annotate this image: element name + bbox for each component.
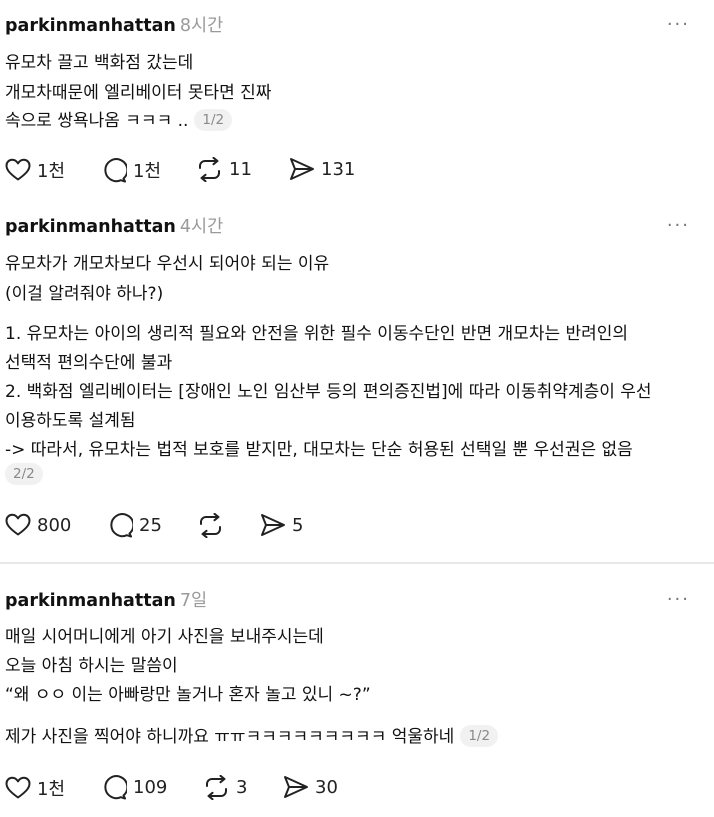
post-time: 4시간 <box>179 217 224 237</box>
heart-icon <box>5 513 31 536</box>
post-time: 8시간 <box>179 16 224 36</box>
more-horizontal-icon[interactable]: ··· <box>667 591 690 609</box>
page-indicator: 2/2 <box>5 463 43 485</box>
post-text-line: (이걸 알려줘야 하나?) <box>5 284 164 304</box>
post-header: parkinmanhattan 7일 <box>5 587 207 612</box>
repost-button[interactable]: 3 <box>203 775 247 800</box>
comment-bubble-icon <box>104 775 127 800</box>
post-text-line: 선택적 편의수단에 불과 <box>5 353 173 373</box>
like-button[interactable]: 1천 <box>5 775 65 801</box>
share-button[interactable]: 131 <box>289 157 355 181</box>
heart-icon <box>5 158 31 181</box>
post-divider <box>0 562 714 564</box>
post-text-line: 제가 사진을 찍어야 하니까요 ㅠㅠㅋㅋㅋㅋㅋㅋㅋㅋㅋ 억울하네 1/2 <box>5 722 499 747</box>
send-icon <box>284 776 308 798</box>
post-header: parkinmanhattan 8시간 <box>5 12 223 37</box>
comment-button[interactable]: 109 <box>101 775 167 800</box>
post-text-line: 유모차 끌고 백화점 갔는데 <box>5 53 194 73</box>
repost-button[interactable] <box>197 513 230 538</box>
send-icon <box>261 514 285 536</box>
repost-icon <box>206 775 227 800</box>
post-text: 속으로 쌍욕나옴 ㅋㅋㅋ .. <box>5 111 189 131</box>
comment-button[interactable]: 1천 <box>101 157 161 183</box>
post-text-line: 2/2 <box>5 463 43 485</box>
username[interactable]: parkinmanhattan <box>5 16 176 36</box>
post-time: 7일 <box>179 591 208 611</box>
comment-count: 25 <box>139 515 162 536</box>
send-icon <box>290 158 314 180</box>
like-count: 1천 <box>37 779 66 800</box>
like-button[interactable]: 800 <box>5 513 71 537</box>
post-text-line: 1. 유모차는 아이의 생리적 필요와 안전을 위한 필수 이동수단인 반면 개… <box>5 324 629 344</box>
more-horizontal-icon[interactable]: ··· <box>667 16 690 34</box>
share-count: 131 <box>321 158 356 180</box>
username[interactable]: parkinmanhattan <box>5 591 176 611</box>
post-text-line: 2. 백화점 엘리베이터는 [장애인 노인 임산부 등의 편의증진법]에 따라 … <box>5 382 652 402</box>
repost-button[interactable]: 11 <box>196 157 252 182</box>
share-button[interactable]: 5 <box>260 513 303 537</box>
post-text-line: -> 따라서, 유모차는 법적 보호를 받지만, 대모차는 단순 허용된 선택일… <box>5 440 633 460</box>
post-text-line: 개모차때문에 엘리베이터 못타면 진짜 <box>5 83 272 103</box>
comment-bubble-icon <box>104 157 127 182</box>
comment-button[interactable]: 25 <box>107 513 162 538</box>
post-text: 제가 사진을 찍어야 하니까요 ㅠㅠㅋㅋㅋㅋㅋㅋㅋㅋㅋ 억울하네 <box>5 727 455 747</box>
like-count: 1천 <box>37 161 66 182</box>
comment-bubble-icon <box>110 513 133 538</box>
post-text-line: 유모차가 개모차보다 우선시 되어야 되는 이유 <box>5 254 330 274</box>
page-indicator: 1/2 <box>194 109 233 131</box>
heart-icon <box>5 776 31 799</box>
repost-count: 11 <box>229 159 252 180</box>
share-button[interactable]: 30 <box>283 775 338 799</box>
repost-icon <box>199 157 220 182</box>
more-horizontal-icon[interactable]: ··· <box>667 217 690 235</box>
repost-icon <box>200 513 221 538</box>
post-text-line: 매일 시어머니에게 아기 사진을 보내주시는데 <box>5 627 324 647</box>
post-header: parkinmanhattan 4시간 <box>5 213 223 238</box>
page-indicator: 1/2 <box>460 725 499 747</box>
repost-count: 3 <box>236 777 248 798</box>
post-text-line: 오늘 아침 하시는 말씀이 <box>5 656 178 676</box>
post-text-line: 속으로 쌍욕나옴 ㅋㅋㅋ .. 1/2 <box>5 106 233 131</box>
post-text-line: 이용하도록 설계됨 <box>5 411 136 431</box>
like-button[interactable]: 1천 <box>5 157 65 183</box>
share-count: 30 <box>315 776 338 798</box>
comment-count: 1천 <box>133 161 162 182</box>
username[interactable]: parkinmanhattan <box>5 217 176 237</box>
post-text-line: “왜 ㅇㅇ 이는 아빠랑만 놀거나 혼자 놀고 있니 ~?” <box>5 685 371 705</box>
comment-count: 109 <box>133 777 168 798</box>
share-count: 5 <box>292 514 304 536</box>
like-count: 800 <box>37 514 72 536</box>
